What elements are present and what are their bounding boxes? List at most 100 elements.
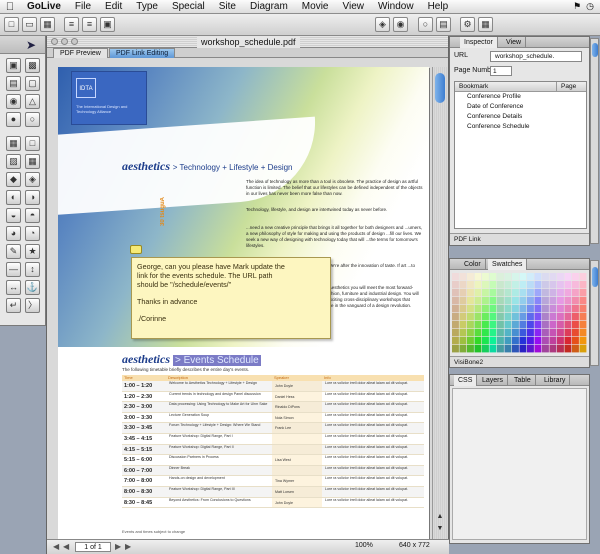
- color-swatch[interactable]: [564, 337, 572, 345]
- color-swatch[interactable]: [452, 313, 459, 321]
- color-swatch[interactable]: [557, 337, 564, 345]
- color-swatch[interactable]: [497, 281, 504, 289]
- color-swatch[interactable]: [452, 329, 459, 337]
- zoom-level[interactable]: 100%: [355, 542, 373, 549]
- color-swatch[interactable]: [482, 329, 489, 337]
- line-icon[interactable]: ―: [6, 262, 21, 277]
- color-swatch[interactable]: [527, 273, 534, 281]
- bookmark-item[interactable]: Conference Details: [455, 112, 586, 122]
- color-swatch[interactable]: [557, 321, 564, 329]
- color-swatch[interactable]: [579, 305, 587, 313]
- first-page-icon[interactable]: ◀: [53, 542, 59, 551]
- color-swatch[interactable]: [489, 321, 497, 329]
- color-swatch[interactable]: [474, 321, 482, 329]
- color-swatch[interactable]: [549, 345, 557, 353]
- prev-page-icon[interactable]: ◀: [63, 542, 69, 551]
- menu-app[interactable]: GoLive: [20, 0, 68, 14]
- color-swatch[interactable]: [452, 305, 459, 313]
- swatches-scrollbar[interactable]: [590, 260, 599, 366]
- page-number-field[interactable]: 1: [490, 66, 512, 76]
- color-swatch[interactable]: [504, 313, 512, 321]
- color-swatch[interactable]: [542, 321, 549, 329]
- menu-help[interactable]: Help: [421, 0, 456, 14]
- color-swatch[interactable]: [504, 337, 512, 345]
- color-swatch[interactable]: [512, 329, 519, 337]
- color-swatch[interactable]: [474, 297, 482, 305]
- color-swatch[interactable]: [489, 273, 497, 281]
- globe-icon[interactable]: ◉: [393, 17, 408, 32]
- bookmark-item[interactable]: Date of Conference: [455, 102, 586, 112]
- color-swatch[interactable]: [482, 281, 489, 289]
- color-swatch[interactable]: [572, 305, 579, 313]
- color-swatch[interactable]: [572, 329, 579, 337]
- color-swatch[interactable]: [489, 345, 497, 353]
- color-swatch[interactable]: [564, 289, 572, 297]
- layout-icon[interactable]: ▣: [100, 17, 115, 32]
- color-swatch[interactable]: [579, 321, 587, 329]
- preview-icon[interactable]: ◈: [375, 17, 390, 32]
- color-swatch[interactable]: [482, 297, 489, 305]
- quicktime-icon[interactable]: ◑: [25, 190, 40, 205]
- color-swatch[interactable]: [564, 305, 572, 313]
- plugin-icon[interactable]: ◈: [25, 172, 40, 187]
- window-size[interactable]: 640 x 772: [399, 542, 430, 549]
- align-center-icon[interactable]: ≡: [82, 17, 97, 32]
- color-swatch[interactable]: [474, 305, 482, 313]
- tab-css[interactable]: CSS: [454, 375, 478, 386]
- color-swatch[interactable]: [542, 313, 549, 321]
- head-icon[interactable]: ▢: [25, 76, 40, 91]
- color-swatch[interactable]: [474, 289, 482, 297]
- color-swatch[interactable]: [572, 337, 579, 345]
- color-swatch[interactable]: [504, 345, 512, 353]
- color-swatch[interactable]: [474, 273, 482, 281]
- color-swatch[interactable]: [579, 345, 587, 353]
- color-swatch[interactable]: [572, 321, 579, 329]
- qt-icon[interactable]: ●: [6, 112, 21, 127]
- color-swatch[interactable]: [564, 329, 572, 337]
- color-swatch[interactable]: [467, 329, 474, 337]
- color-swatch[interactable]: [459, 273, 467, 281]
- comment-note-icon[interactable]: [130, 245, 142, 254]
- color-swatch[interactable]: [489, 281, 497, 289]
- color-swatch[interactable]: [497, 297, 504, 305]
- color-swatch[interactable]: [504, 273, 512, 281]
- color-swatch[interactable]: [572, 289, 579, 297]
- color-swatch[interactable]: [534, 289, 542, 297]
- color-swatch[interactable]: [519, 273, 527, 281]
- tab-library[interactable]: Library: [540, 375, 571, 386]
- layout-text-box-icon[interactable]: □: [25, 136, 40, 151]
- color-swatch[interactable]: [459, 297, 467, 305]
- color-swatch[interactable]: [534, 321, 542, 329]
- color-swatch[interactable]: [542, 297, 549, 305]
- comment-tool-icon[interactable]: ✎: [6, 244, 21, 259]
- color-swatch[interactable]: [512, 337, 519, 345]
- color-swatch[interactable]: [527, 305, 534, 313]
- color-swatch[interactable]: [534, 313, 542, 321]
- color-swatch[interactable]: [489, 305, 497, 313]
- menu-view[interactable]: View: [335, 0, 371, 14]
- color-swatch[interactable]: [512, 273, 519, 281]
- color-swatch[interactable]: [557, 329, 564, 337]
- color-swatch[interactable]: [467, 297, 474, 305]
- minimize-window-icon[interactable]: [61, 38, 68, 45]
- menu-diagram[interactable]: Diagram: [243, 0, 295, 14]
- anchor-icon[interactable]: ⚓: [25, 280, 40, 295]
- color-swatch[interactable]: [519, 329, 527, 337]
- tab-pdf-preview[interactable]: PDF Preview: [53, 48, 108, 58]
- color-swatch[interactable]: [497, 345, 504, 353]
- color-swatch[interactable]: [572, 281, 579, 289]
- smart-objects-icon[interactable]: ▩: [25, 58, 40, 73]
- color-swatch[interactable]: [467, 289, 474, 297]
- color-swatch[interactable]: [542, 305, 549, 313]
- color-swatch[interactable]: [564, 313, 572, 321]
- color-swatch[interactable]: [512, 297, 519, 305]
- color-swatch[interactable]: [572, 345, 579, 353]
- color-swatch[interactable]: [572, 313, 579, 321]
- color-swatch[interactable]: [467, 345, 474, 353]
- tab-color[interactable]: Color: [460, 259, 486, 270]
- color-swatch[interactable]: [482, 321, 489, 329]
- swf-icon[interactable]: ◐: [6, 190, 21, 205]
- java-icon[interactable]: ◕: [6, 226, 21, 241]
- color-swatch[interactable]: [579, 273, 587, 281]
- color-swatch[interactable]: [452, 273, 459, 281]
